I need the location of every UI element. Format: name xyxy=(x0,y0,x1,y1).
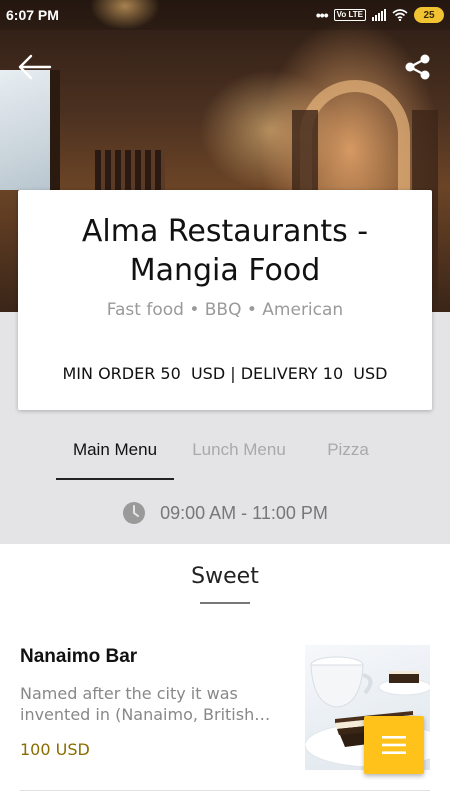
tab-pizza[interactable]: Pizza xyxy=(310,440,386,480)
menu-icon xyxy=(382,736,406,754)
status-bar: 6:07 PM ••• Vo LTE 25 xyxy=(0,0,450,30)
wifi-icon xyxy=(392,9,408,21)
arrow-left-icon xyxy=(18,54,52,80)
section-title: Sweet xyxy=(191,564,259,589)
tab-lunch-menu[interactable]: Lunch Menu xyxy=(182,440,296,480)
share-button[interactable] xyxy=(400,52,434,82)
tab-main-menu[interactable]: Main Menu xyxy=(56,440,174,480)
clock-icon xyxy=(123,502,146,524)
share-icon xyxy=(405,54,430,80)
menu-item-name[interactable]: Nanaimo Bar xyxy=(20,646,137,668)
menu-item-price: 100 USD xyxy=(20,740,90,759)
section-underline xyxy=(200,602,250,604)
back-button[interactable] xyxy=(14,52,54,82)
status-time: 6:07 PM xyxy=(6,7,59,23)
battery-icon: 25 xyxy=(414,7,444,23)
opening-hours-text: 09:00 AM - 11:00 PM xyxy=(160,502,328,523)
restaurant-info-card: Alma Restaurants - Mangia Food Fast food… xyxy=(18,190,432,410)
item-divider xyxy=(20,790,430,791)
menu-item-description: Named after the city it was invented in … xyxy=(20,684,255,724)
notification-dots-icon: ••• xyxy=(315,7,329,23)
opening-hours: 09:00 AM - 11:00 PM xyxy=(0,500,450,526)
cuisine-tags: Fast food • BBQ • American xyxy=(106,300,344,320)
menu-fab-button[interactable] xyxy=(364,716,424,774)
order-info: MIN ORDER 50 USD | DELIVERY 10 USD xyxy=(62,364,388,383)
restaurant-name: Alma Restaurants - Mangia Food xyxy=(81,214,369,288)
volte-badge: Vo LTE xyxy=(333,9,366,21)
signal-icon xyxy=(372,9,386,21)
